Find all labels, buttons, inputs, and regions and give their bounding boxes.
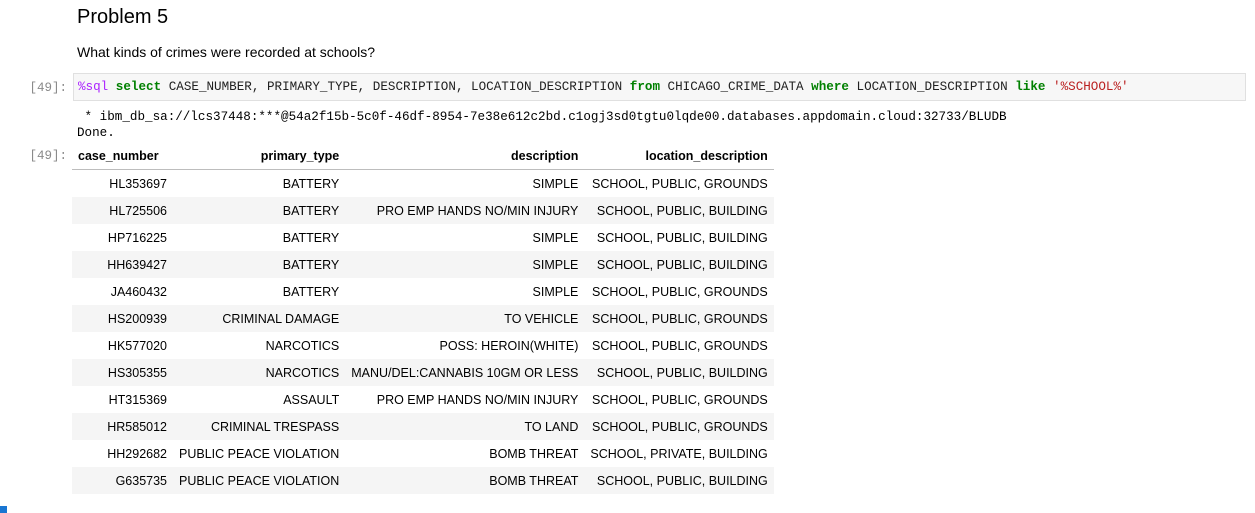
- code-kw-from: from: [629, 80, 660, 94]
- cell-description: TO LAND: [524, 419, 579, 434]
- table-row: HR585012 CRIMINAL TRESPASS TO LAND SCHOOL, …: [72, 413, 774, 440]
- cell-case-number: HP716225: [107, 230, 167, 245]
- table-row: JA460432 BATTERY SIMPLE SCHOOL, PUBLIC, GRO…: [72, 278, 774, 305]
- code-magic: %sql: [78, 80, 109, 94]
- cell-location-description: SCHOOL, PUBLIC, GROUNDS: [592, 419, 768, 434]
- table-row: HL353697 BATTERY SIMPLE SCHOOL, PUBLIC, GRO…: [72, 170, 774, 198]
- cell-location-description: SCHOOL, PUBLIC, GROUNDS: [592, 392, 768, 407]
- cell-case-number: HL725506: [109, 203, 167, 218]
- cell-location-description: SCHOOL, PUBLIC, BUILDING: [596, 230, 768, 245]
- cell-case-number: HS200939: [107, 311, 167, 326]
- cell-description: BOMB THREAT: [489, 473, 579, 488]
- table-row: HL725506 BATTERY PRO EMP HANDS NO/MIN INJU…: [72, 197, 774, 224]
- code-kw-like: like: [1015, 80, 1046, 94]
- cell-case-number: HK577020: [107, 338, 167, 353]
- table-row: HS200939 CRIMINAL DAMAGE TO VEHICLE SCHOOL,…: [72, 305, 774, 332]
- cell-location-description: SCHOOL, PUBLIC, BUILDING: [596, 203, 768, 218]
- cell-location-description: SCHOOL, PUBLIC, BUILDING: [596, 365, 768, 380]
- table-row: HP716225 BATTERY SIMPLE SCHOOL, PUBLIC, BUI…: [72, 224, 774, 251]
- cell-primary-type: BATTERY: [282, 203, 340, 218]
- cell-primary-type: NARCOTICS: [265, 338, 340, 353]
- cell-primary-type: BATTERY: [282, 176, 340, 191]
- cell-primary-type: BATTERY: [282, 257, 340, 272]
- output-prompt: [49]:: [29, 149, 67, 163]
- done-line: Done.: [77, 126, 115, 140]
- cell-stdout: * ibm_db_sa://lcs37448:***@54a2f15b-5c0f…: [77, 109, 1007, 141]
- cell-description: TO VEHICLE: [504, 311, 579, 326]
- code-comma: ,: [455, 80, 464, 94]
- code-kw-where: where: [811, 80, 849, 94]
- code-string: '%SCHOOL%': [1053, 80, 1129, 94]
- cell-case-number: HH292682: [107, 446, 167, 461]
- cell-case-number: HL353697: [109, 176, 167, 191]
- connection-line: * ibm_db_sa://lcs37448:***@54a2f15b-5c0f…: [77, 110, 1007, 124]
- code-col3: DESCRIPTION: [365, 80, 456, 94]
- markdown-question: What kinds of crimes were recorded at sc…: [77, 44, 376, 60]
- code-table: CHICAGO_CRIME_DATA: [660, 80, 812, 94]
- cell-description: SIMPLE: [532, 284, 579, 299]
- cell-location-description: SCHOOL, PUBLIC, GROUNDS: [592, 176, 768, 191]
- cell-location-description: SCHOOL, PUBLIC, GROUNDS: [592, 338, 768, 353]
- cell-primary-type: CRIMINAL DAMAGE: [222, 311, 340, 326]
- cell-location-description: SCHOOL, PUBLIC, GROUNDS: [592, 311, 768, 326]
- cell-primary-type: BATTERY: [282, 230, 340, 245]
- header-case-number: case_number: [72, 143, 173, 170]
- table-row: HT315369 ASSAULT PRO EMP HANDS NO/MIN INJU…: [72, 386, 774, 413]
- cell-case-number: HH639427: [107, 257, 167, 272]
- code-comma: ,: [357, 80, 366, 94]
- cell-description: PRO EMP HANDS NO/MIN INJURY: [376, 392, 579, 407]
- code-cell-editor[interactable]: %sql select CASE_NUMBER, PRIMARY_TYPE, D…: [73, 73, 1246, 101]
- active-cell-marker: [0, 506, 7, 513]
- cell-case-number: HS305355: [107, 365, 167, 380]
- header-location-description: location_description: [584, 143, 774, 170]
- table-header-row: case_number primary_type description loc…: [72, 143, 774, 170]
- cell-description: SIMPLE: [532, 257, 579, 272]
- table-body: HL353697 BATTERY SIMPLE SCHOOL, PUBLIC, GRO…: [72, 170, 774, 494]
- table-row: HS305355 NARCOTICS MANU/DEL:CANNABIS 10GM …: [72, 359, 774, 386]
- cell-location-description: SCHOOL, PUBLIC, BUILDING: [596, 473, 768, 488]
- code-comma: ,: [251, 80, 260, 94]
- cell-description: PRO EMP HANDS NO/MIN INJURY: [376, 203, 579, 218]
- cell-primary-type: BATTERY: [282, 284, 340, 299]
- cell-description: MANU/DEL:CANNABIS 10GM OR LESS: [351, 365, 579, 380]
- result-table: case_number primary_type description loc…: [72, 143, 774, 494]
- cell-case-number: HT315369: [108, 392, 167, 407]
- cell-primary-type: CRIMINAL TRESPASS: [210, 419, 340, 434]
- cell-location-description: SCHOOL, PUBLIC, BUILDING: [596, 257, 768, 272]
- table-row: HH639427 BATTERY SIMPLE SCHOOL, PUBLIC, BUI…: [72, 251, 774, 278]
- code-col4: LOCATION_DESCRIPTION: [463, 80, 630, 94]
- table-row: HH292682 PUBLIC PEACE VIOLATION BOMB THREA…: [72, 440, 774, 467]
- cell-case-number: G635735: [115, 473, 167, 488]
- header-primary-type: primary_type: [173, 143, 346, 170]
- cell-description: BOMB THREAT: [489, 446, 579, 461]
- table-row: HK577020 NARCOTICS POSS: HEROIN(WHITE) SCHO…: [72, 332, 774, 359]
- cell-primary-type: NARCOTICS: [265, 365, 340, 380]
- cell-description: SIMPLE: [532, 176, 579, 191]
- cell-case-number: HR585012: [107, 419, 167, 434]
- cell-primary-type: PUBLIC PEACE VIOLATION: [179, 446, 340, 461]
- table-row: G635735 PUBLIC PEACE VIOLATION BOMB THREAT…: [72, 467, 774, 494]
- cell-location-description: SCHOOL, PUBLIC, GROUNDS: [592, 284, 768, 299]
- code-where-col: LOCATION_DESCRIPTION: [848, 80, 1016, 94]
- cell-location-description: SCHOOL, PRIVATE, BUILDING: [590, 446, 768, 461]
- cell-primary-type: ASSAULT: [283, 392, 340, 407]
- code-col1: CASE_NUMBER: [161, 80, 252, 94]
- code-col2: PRIMARY_TYPE: [259, 80, 358, 94]
- cell-case-number: JA460432: [110, 284, 167, 299]
- cell-description: POSS: HEROIN(WHITE): [439, 338, 579, 353]
- markdown-heading: Problem 5: [77, 6, 169, 28]
- cell-primary-type: PUBLIC PEACE VIOLATION: [179, 473, 340, 488]
- cell-description: SIMPLE: [532, 230, 579, 245]
- code-kw-select: select: [115, 80, 162, 94]
- header-description: description: [345, 143, 585, 170]
- input-prompt: [49]:: [29, 81, 67, 95]
